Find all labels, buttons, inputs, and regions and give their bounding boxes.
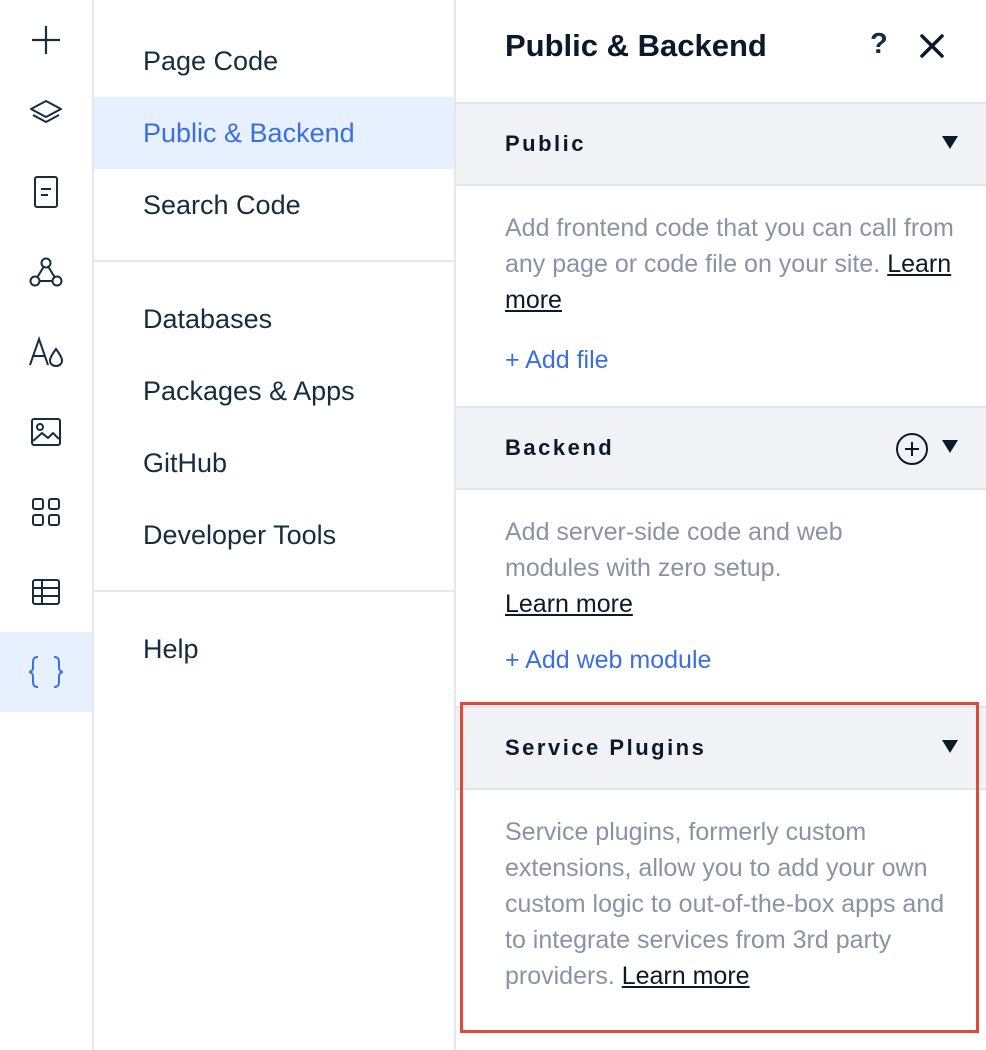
section-header-backend[interactable]: Backend: [456, 406, 986, 490]
section-title: Service Plugins: [505, 735, 707, 760]
layers-icon: [30, 100, 62, 123]
rail-add-button[interactable]: [0, 0, 92, 80]
code-menu: Page Code Public & Backend Search Code D…: [94, 0, 456, 1050]
menu-item-packages-apps[interactable]: Packages & Apps: [94, 355, 454, 427]
caret-down-icon[interactable]: [942, 740, 958, 753]
rail-theme-button[interactable]: [0, 312, 92, 392]
section-title: Backend: [505, 435, 615, 460]
help-button[interactable]: ?: [870, 28, 888, 61]
caret-down-icon[interactable]: [942, 136, 958, 149]
description-text: Add server-side code and web modules wit…: [505, 518, 843, 582]
menu-divider: [94, 260, 454, 262]
learn-more-link[interactable]: Learn more: [622, 962, 750, 990]
close-icon: [920, 34, 944, 58]
section-description: Add frontend code that you can call from…: [505, 210, 955, 318]
public-backend-panel: Public & Backend ? Public Add frontend c…: [456, 0, 986, 1050]
menu-item-search-code[interactable]: Search Code: [94, 169, 454, 241]
close-button[interactable]: [916, 28, 948, 64]
menu-divider: [94, 590, 454, 592]
media-icon: [31, 418, 61, 446]
rail-code-button[interactable]: [0, 632, 92, 712]
rail-pages-button[interactable]: [0, 152, 92, 232]
menu-item-developer-tools[interactable]: Developer Tools: [94, 499, 454, 571]
add-web-module-link[interactable]: + Add web module: [505, 646, 711, 675]
code-braces-icon: [28, 656, 64, 688]
menu-item-github[interactable]: GitHub: [94, 427, 454, 499]
rail-media-button[interactable]: [0, 392, 92, 472]
theme-icon: [29, 335, 64, 368]
icon-rail: [0, 0, 94, 1050]
section-description: Service plugins, formerly custom extensi…: [505, 814, 945, 994]
section-header-public[interactable]: Public: [456, 102, 986, 186]
rail-layers-button[interactable]: [0, 74, 92, 154]
menu-item-help[interactable]: Help: [94, 613, 454, 685]
panel-title: Public & Backend: [505, 28, 767, 63]
add-file-link[interactable]: + Add file: [505, 346, 609, 375]
page-icon: [34, 176, 58, 208]
section-title: Public: [505, 131, 587, 156]
add-backend-button[interactable]: [896, 433, 928, 465]
apps-icon: [32, 498, 60, 526]
menu-item-page-code[interactable]: Page Code: [94, 25, 454, 97]
plus-icon: [905, 442, 919, 456]
learn-more-link[interactable]: Learn more: [505, 590, 633, 618]
menu-item-databases[interactable]: Databases: [94, 283, 454, 355]
connections-icon: [29, 257, 63, 287]
rail-apps-button[interactable]: [0, 472, 92, 552]
section-header-service-plugins[interactable]: Service Plugins: [456, 706, 986, 790]
rail-connections-button[interactable]: [0, 232, 92, 312]
caret-down-icon[interactable]: [942, 440, 958, 453]
table-icon: [32, 579, 60, 605]
section-description: Add server-side code and web modules wit…: [505, 514, 905, 622]
plus-icon: [32, 26, 60, 54]
rail-cms-button[interactable]: [0, 552, 92, 632]
menu-item-public-backend[interactable]: Public & Backend: [94, 97, 454, 169]
